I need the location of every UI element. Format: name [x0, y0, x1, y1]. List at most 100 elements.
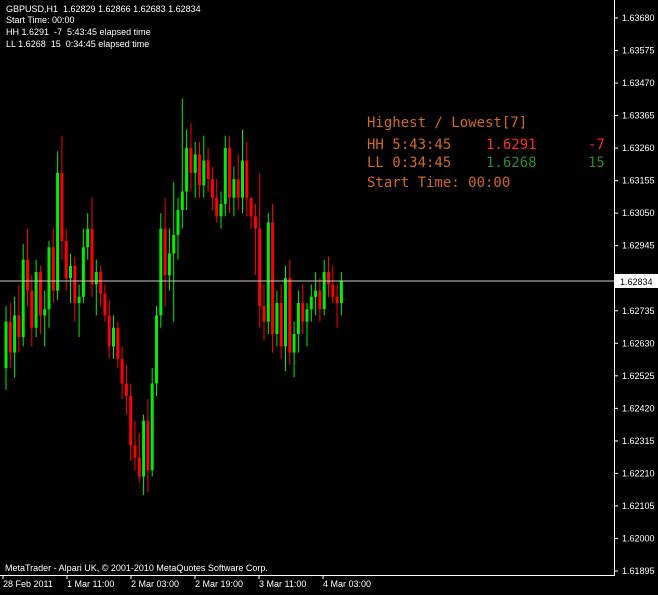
symbol-header: GBPUSD,H1 1.62829 1.62866 1.62683 1.6283…	[6, 4, 201, 14]
candle-body	[301, 303, 305, 322]
candle	[155, 306, 158, 396]
candle	[172, 182, 176, 322]
y-tick-label: 1.61895	[622, 566, 655, 576]
candle-body	[322, 272, 326, 310]
y-tick-label: 1.63680	[622, 13, 655, 23]
candle-body	[120, 358, 124, 384]
price-chart[interactable]: 1.63680 1.63575 1.63470 1.63365 1.63260 1.631…	[0, 0, 658, 595]
candle	[86, 213, 90, 260]
candle-body	[339, 281, 343, 304]
candle-body	[271, 222, 275, 334]
candle-body	[99, 272, 103, 294]
candle	[223, 135, 227, 217]
candle-body	[8, 321, 12, 353]
candle	[51, 228, 55, 304]
y-axis-ticks: 1.63680 1.63575 1.63470 1.63365 1.63260 1.631…	[614, 13, 655, 576]
candle	[215, 179, 219, 223]
y-tick-label: 1.62315	[622, 436, 655, 446]
candle	[94, 259, 98, 316]
y-tick-label: 1.62000	[622, 533, 655, 543]
candle	[202, 135, 206, 198]
panel-hh-label: HH 5:43:45	[367, 137, 452, 153]
candle	[107, 299, 111, 359]
candle	[189, 123, 193, 192]
candle-body	[69, 265, 72, 279]
candle	[296, 290, 300, 353]
candle-body	[288, 278, 292, 353]
candle	[137, 433, 141, 483]
candle-body	[284, 278, 287, 347]
candle-body	[176, 210, 180, 235]
candle	[99, 265, 103, 307]
candle	[116, 321, 120, 369]
candle	[69, 253, 72, 304]
copyright-text: MetaTrader - Alpari UK, © 2001-2010 Meta…	[5, 563, 268, 573]
candle	[335, 284, 339, 328]
candle-body	[189, 148, 193, 173]
candle-body	[232, 179, 236, 198]
candle	[245, 141, 249, 217]
candle	[193, 141, 197, 198]
candle	[112, 315, 115, 359]
candle	[150, 368, 154, 477]
y-tick-label: 1.63050	[622, 208, 655, 218]
candle	[275, 290, 279, 347]
candle-body	[38, 272, 42, 316]
panel-start-time: Start Time: 00:00	[367, 175, 511, 191]
candle-body	[305, 309, 309, 322]
panel-hh-price: 1.6291	[486, 137, 537, 153]
candle	[279, 284, 283, 359]
panel-hh-delta: -7	[588, 137, 605, 153]
candle-body	[51, 247, 55, 291]
candle	[258, 172, 262, 328]
candle-body	[228, 148, 232, 198]
candle-body	[112, 327, 115, 347]
candle-body	[275, 303, 279, 334]
candle	[241, 129, 244, 214]
y-tick-label: 1.63575	[622, 46, 655, 56]
candle-body	[47, 247, 51, 310]
candle	[163, 197, 167, 307]
candle-body	[159, 228, 163, 316]
candle	[249, 197, 253, 229]
candle	[90, 197, 94, 297]
candle-body	[124, 383, 128, 396]
candle-body	[296, 303, 300, 334]
candle-body	[17, 315, 21, 338]
candle-body	[314, 290, 318, 297]
candle-body	[292, 334, 296, 353]
candle	[314, 272, 318, 316]
candle	[8, 303, 12, 369]
candle	[266, 213, 270, 334]
candle	[129, 383, 133, 462]
candle-body	[77, 296, 81, 304]
y-tick-label: 1.62105	[622, 501, 655, 511]
candles-group	[4, 98, 343, 496]
y-tick-label: 1.62630	[622, 338, 655, 348]
x-tick-label: 1 Mar 11:00	[67, 579, 114, 589]
x-tick-label: 28 Feb 2011	[3, 579, 53, 589]
candle	[81, 228, 85, 304]
candle	[146, 399, 150, 492]
candle-body	[249, 197, 253, 217]
panel-ll-delta: 15	[588, 155, 605, 171]
candle-body	[94, 272, 98, 285]
y-tick-label: 1.63260	[622, 143, 655, 153]
candle-body	[137, 457, 141, 477]
candle	[47, 241, 51, 328]
candle-body	[81, 247, 85, 297]
candle-body	[309, 296, 313, 310]
candle-body	[253, 216, 257, 229]
candle	[219, 191, 223, 229]
candle-body	[215, 197, 219, 217]
candle-body	[142, 420, 146, 477]
candle	[318, 278, 322, 322]
candle-body	[107, 315, 111, 347]
candle-body	[4, 321, 8, 369]
candle-body	[155, 315, 158, 384]
candle	[309, 284, 313, 322]
candle-body	[223, 148, 227, 204]
candle-body	[43, 309, 47, 316]
candle-body	[210, 179, 214, 198]
candle-body	[56, 172, 60, 291]
